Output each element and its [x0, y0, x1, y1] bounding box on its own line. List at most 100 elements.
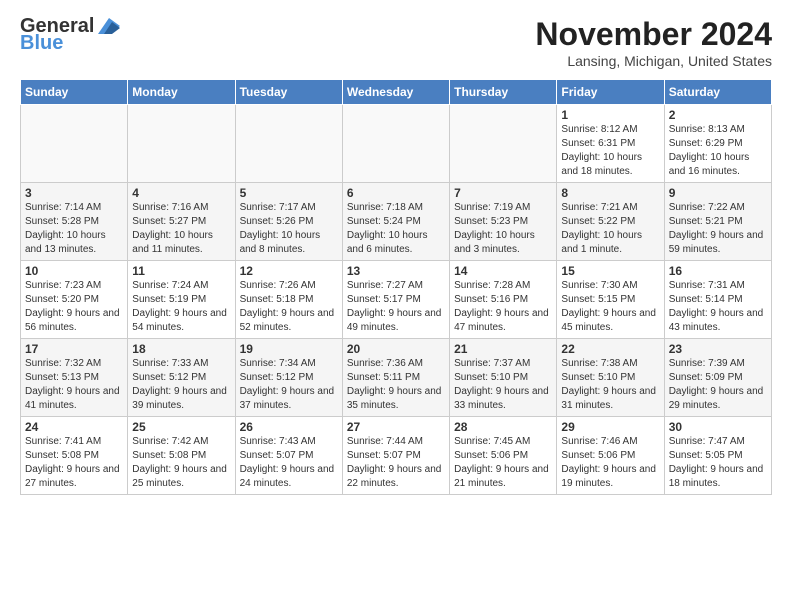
day-info: Sunrise: 7:39 AM Sunset: 5:09 PM Dayligh…: [669, 357, 767, 413]
calendar-week-4: 17Sunrise: 7:32 AM Sunset: 5:13 PM Dayli…: [21, 339, 772, 417]
day-number: 16: [669, 264, 767, 278]
calendar-cell: 26Sunrise: 7:43 AM Sunset: 5:07 PM Dayli…: [235, 417, 342, 495]
calendar-cell: 18Sunrise: 7:33 AM Sunset: 5:12 PM Dayli…: [128, 339, 235, 417]
calendar-cell: 23Sunrise: 7:39 AM Sunset: 5:09 PM Dayli…: [664, 339, 771, 417]
day-info: Sunrise: 7:28 AM Sunset: 5:16 PM Dayligh…: [454, 279, 552, 335]
day-number: 10: [25, 264, 123, 278]
day-number: 23: [669, 342, 767, 356]
weekday-header-friday: Friday: [557, 80, 664, 105]
calendar-cell: [342, 105, 449, 183]
day-number: 7: [454, 186, 552, 200]
calendar-cell: [235, 105, 342, 183]
day-number: 6: [347, 186, 445, 200]
day-number: 29: [561, 420, 659, 434]
day-info: Sunrise: 7:31 AM Sunset: 5:14 PM Dayligh…: [669, 279, 767, 335]
day-number: 19: [240, 342, 338, 356]
location: Lansing, Michigan, United States: [535, 53, 772, 69]
day-info: Sunrise: 7:47 AM Sunset: 5:05 PM Dayligh…: [669, 435, 767, 491]
calendar-cell: 5Sunrise: 7:17 AM Sunset: 5:26 PM Daylig…: [235, 183, 342, 261]
calendar-cell: [128, 105, 235, 183]
calendar-cell: 3Sunrise: 7:14 AM Sunset: 5:28 PM Daylig…: [21, 183, 128, 261]
calendar-cell: 24Sunrise: 7:41 AM Sunset: 5:08 PM Dayli…: [21, 417, 128, 495]
day-number: 26: [240, 420, 338, 434]
day-number: 27: [347, 420, 445, 434]
day-number: 8: [561, 186, 659, 200]
calendar-cell: 22Sunrise: 7:38 AM Sunset: 5:10 PM Dayli…: [557, 339, 664, 417]
day-info: Sunrise: 7:16 AM Sunset: 5:27 PM Dayligh…: [132, 201, 230, 257]
day-number: 18: [132, 342, 230, 356]
day-info: Sunrise: 7:30 AM Sunset: 5:15 PM Dayligh…: [561, 279, 659, 335]
day-number: 5: [240, 186, 338, 200]
calendar-cell: 30Sunrise: 7:47 AM Sunset: 5:05 PM Dayli…: [664, 417, 771, 495]
calendar-week-3: 10Sunrise: 7:23 AM Sunset: 5:20 PM Dayli…: [21, 261, 772, 339]
calendar-cell: [21, 105, 128, 183]
day-number: 30: [669, 420, 767, 434]
calendar-cell: 2Sunrise: 8:13 AM Sunset: 6:29 PM Daylig…: [664, 105, 771, 183]
day-info: Sunrise: 7:44 AM Sunset: 5:07 PM Dayligh…: [347, 435, 445, 491]
day-info: Sunrise: 7:22 AM Sunset: 5:21 PM Dayligh…: [669, 201, 767, 257]
calendar-week-5: 24Sunrise: 7:41 AM Sunset: 5:08 PM Dayli…: [21, 417, 772, 495]
calendar-cell: 9Sunrise: 7:22 AM Sunset: 5:21 PM Daylig…: [664, 183, 771, 261]
day-number: 4: [132, 186, 230, 200]
day-info: Sunrise: 7:18 AM Sunset: 5:24 PM Dayligh…: [347, 201, 445, 257]
day-info: Sunrise: 8:12 AM Sunset: 6:31 PM Dayligh…: [561, 123, 659, 179]
weekday-header-monday: Monday: [128, 80, 235, 105]
calendar-cell: 25Sunrise: 7:42 AM Sunset: 5:08 PM Dayli…: [128, 417, 235, 495]
calendar-cell: 27Sunrise: 7:44 AM Sunset: 5:07 PM Dayli…: [342, 417, 449, 495]
day-info: Sunrise: 7:38 AM Sunset: 5:10 PM Dayligh…: [561, 357, 659, 413]
day-number: 28: [454, 420, 552, 434]
day-info: Sunrise: 7:45 AM Sunset: 5:06 PM Dayligh…: [454, 435, 552, 491]
calendar-cell: 29Sunrise: 7:46 AM Sunset: 5:06 PM Dayli…: [557, 417, 664, 495]
day-info: Sunrise: 7:21 AM Sunset: 5:22 PM Dayligh…: [561, 201, 659, 257]
calendar-week-1: 1Sunrise: 8:12 AM Sunset: 6:31 PM Daylig…: [21, 105, 772, 183]
calendar: SundayMondayTuesdayWednesdayThursdayFrid…: [20, 79, 772, 495]
day-info: Sunrise: 7:37 AM Sunset: 5:10 PM Dayligh…: [454, 357, 552, 413]
weekday-header-thursday: Thursday: [450, 80, 557, 105]
day-info: Sunrise: 7:43 AM Sunset: 5:07 PM Dayligh…: [240, 435, 338, 491]
day-number: 1: [561, 108, 659, 122]
day-info: Sunrise: 7:27 AM Sunset: 5:17 PM Dayligh…: [347, 279, 445, 335]
day-number: 21: [454, 342, 552, 356]
calendar-cell: 13Sunrise: 7:27 AM Sunset: 5:17 PM Dayli…: [342, 261, 449, 339]
day-number: 12: [240, 264, 338, 278]
calendar-cell: 20Sunrise: 7:36 AM Sunset: 5:11 PM Dayli…: [342, 339, 449, 417]
day-number: 15: [561, 264, 659, 278]
day-info: Sunrise: 7:26 AM Sunset: 5:18 PM Dayligh…: [240, 279, 338, 335]
calendar-week-2: 3Sunrise: 7:14 AM Sunset: 5:28 PM Daylig…: [21, 183, 772, 261]
day-info: Sunrise: 7:19 AM Sunset: 5:23 PM Dayligh…: [454, 201, 552, 257]
calendar-cell: 15Sunrise: 7:30 AM Sunset: 5:15 PM Dayli…: [557, 261, 664, 339]
day-number: 9: [669, 186, 767, 200]
calendar-cell: 8Sunrise: 7:21 AM Sunset: 5:22 PM Daylig…: [557, 183, 664, 261]
calendar-cell: 16Sunrise: 7:31 AM Sunset: 5:14 PM Dayli…: [664, 261, 771, 339]
weekday-header-wednesday: Wednesday: [342, 80, 449, 105]
title-block: November 2024 Lansing, Michigan, United …: [535, 16, 772, 69]
month-title: November 2024: [535, 16, 772, 53]
day-info: Sunrise: 7:17 AM Sunset: 5:26 PM Dayligh…: [240, 201, 338, 257]
day-info: Sunrise: 7:36 AM Sunset: 5:11 PM Dayligh…: [347, 357, 445, 413]
logo-icon: [98, 18, 120, 34]
day-info: Sunrise: 7:34 AM Sunset: 5:12 PM Dayligh…: [240, 357, 338, 413]
day-number: 24: [25, 420, 123, 434]
day-info: Sunrise: 7:41 AM Sunset: 5:08 PM Dayligh…: [25, 435, 123, 491]
day-info: Sunrise: 7:24 AM Sunset: 5:19 PM Dayligh…: [132, 279, 230, 335]
calendar-cell: 11Sunrise: 7:24 AM Sunset: 5:19 PM Dayli…: [128, 261, 235, 339]
calendar-cell: [450, 105, 557, 183]
calendar-cell: 6Sunrise: 7:18 AM Sunset: 5:24 PM Daylig…: [342, 183, 449, 261]
calendar-cell: 7Sunrise: 7:19 AM Sunset: 5:23 PM Daylig…: [450, 183, 557, 261]
day-number: 22: [561, 342, 659, 356]
calendar-cell: 28Sunrise: 7:45 AM Sunset: 5:06 PM Dayli…: [450, 417, 557, 495]
day-info: Sunrise: 7:33 AM Sunset: 5:12 PM Dayligh…: [132, 357, 230, 413]
calendar-cell: 12Sunrise: 7:26 AM Sunset: 5:18 PM Dayli…: [235, 261, 342, 339]
day-number: 3: [25, 186, 123, 200]
day-number: 11: [132, 264, 230, 278]
day-info: Sunrise: 8:13 AM Sunset: 6:29 PM Dayligh…: [669, 123, 767, 179]
day-number: 2: [669, 108, 767, 122]
day-info: Sunrise: 7:32 AM Sunset: 5:13 PM Dayligh…: [25, 357, 123, 413]
calendar-cell: 21Sunrise: 7:37 AM Sunset: 5:10 PM Dayli…: [450, 339, 557, 417]
logo-blue-text: Blue: [20, 32, 63, 55]
calendar-cell: 10Sunrise: 7:23 AM Sunset: 5:20 PM Dayli…: [21, 261, 128, 339]
day-info: Sunrise: 7:42 AM Sunset: 5:08 PM Dayligh…: [132, 435, 230, 491]
logo: General Blue: [20, 16, 120, 55]
day-number: 13: [347, 264, 445, 278]
day-info: Sunrise: 7:14 AM Sunset: 5:28 PM Dayligh…: [25, 201, 123, 257]
